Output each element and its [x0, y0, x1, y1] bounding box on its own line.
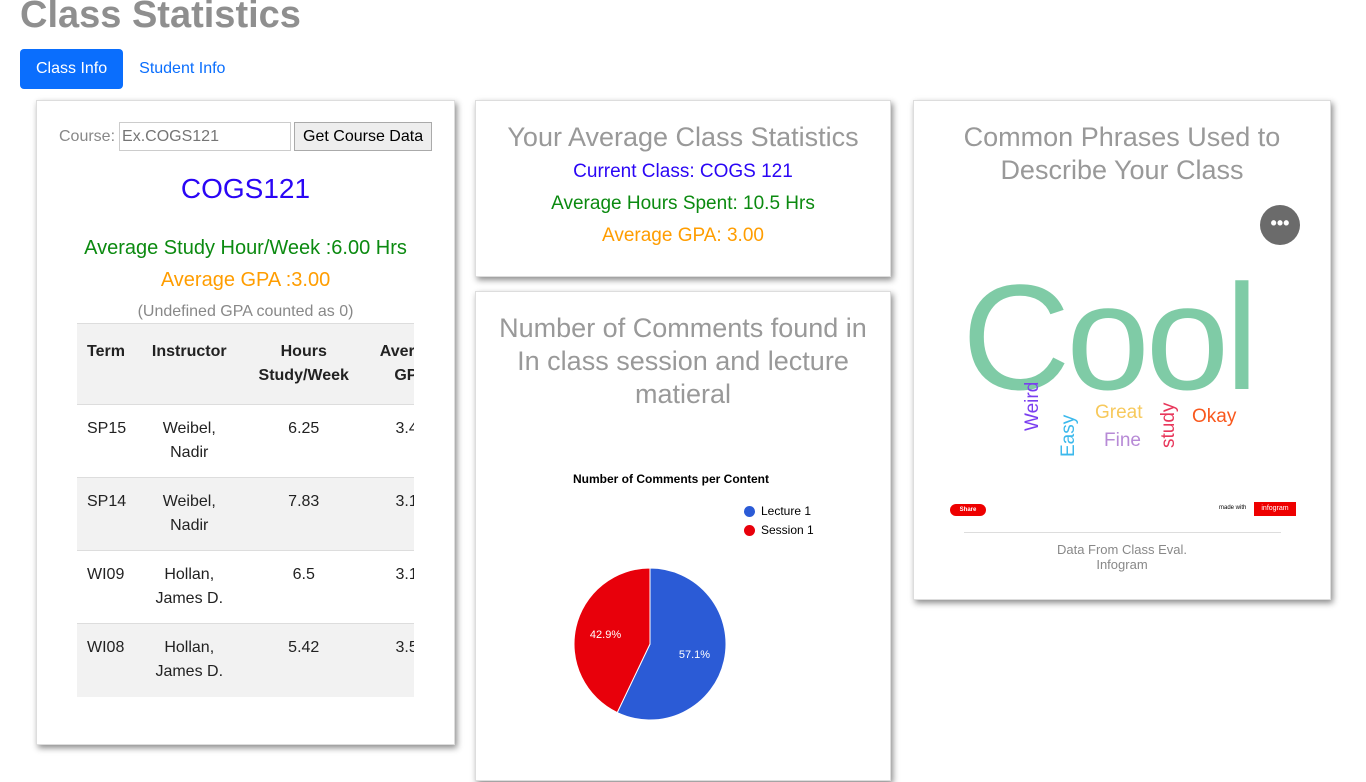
column-header: Hours Study/Week — [242, 323, 366, 405]
made-with-label: made with — [1219, 505, 1247, 511]
table-row: SP15Weibel, Nadir6.253.45 — [77, 404, 414, 478]
table-cell: WI08 — [77, 623, 137, 697]
page-title: Class Statistics — [20, 0, 301, 36]
course-form: Course: Get Course Data — [59, 122, 433, 151]
column-header: Instructor — [136, 323, 243, 405]
column-header: Term — [77, 323, 137, 405]
course-table[interactable]: TermInstructorHours Study/WeekAverage GP… — [77, 323, 414, 697]
divider — [964, 532, 1281, 533]
pie-data-label: 42.9% — [590, 629, 621, 641]
infogram-logo[interactable]: infogram — [1254, 502, 1296, 516]
table-cell: 6.25 — [242, 404, 366, 478]
avg-gpa: Average GPA :3.00 — [160, 269, 331, 291]
tab-student-info[interactable]: Student Info — [123, 49, 241, 89]
tabs: Class Info Student Info — [20, 49, 241, 89]
word-cool: Cool — [962, 253, 1258, 421]
word-okay: Okay — [1192, 406, 1237, 427]
course-input[interactable] — [119, 122, 292, 151]
table-cell: Hollan, James D. — [136, 623, 243, 697]
table-cell: 3.45 — [365, 404, 414, 478]
word-great: Great — [1095, 402, 1143, 423]
class-info-card: Course: Get Course Data COGS121 Average … — [36, 100, 455, 745]
table-cell: Hollan, James D. — [136, 550, 243, 624]
table-cell: 3.58 — [365, 623, 414, 697]
table-cell: 5.42 — [242, 623, 366, 697]
course-label: Course: — [59, 127, 116, 145]
average-title: Your Average Class Statistics — [507, 122, 859, 152]
word-easy: Easy — [1058, 414, 1079, 457]
word-study: study — [1158, 402, 1179, 448]
table-cell: 6.5 — [242, 550, 366, 624]
table-cell: Weibel, Nadir — [136, 477, 243, 551]
average-gpa: Average GPA: 3.00 — [602, 225, 764, 246]
share-button[interactable]: Share — [950, 504, 986, 516]
pie-chart: 57.1% 42.9% — [573, 567, 727, 721]
table-row: WI08Hollan, James D.5.423.58 — [77, 623, 414, 697]
word-fine: Fine — [1104, 430, 1141, 451]
avg-study-hours: Average Study Hour/Week :6.00 Hrs — [84, 237, 407, 259]
table-row: SP14Weibel, Nadir7.833.19 — [77, 477, 414, 551]
table-cell: Weibel, Nadir — [136, 404, 243, 478]
course-name: COGS121 — [180, 173, 311, 204]
footer-source: Data From Class Eval. — [1056, 542, 1188, 557]
more-options-icon[interactable]: ••• — [1260, 205, 1300, 245]
footer: Data From Class Eval. Infogram — [914, 542, 1330, 572]
table-cell: SP14 — [77, 477, 137, 551]
column-header: Average GPA — [365, 323, 414, 405]
comments-card: Number of Comments found in In class ses… — [475, 291, 891, 781]
table-cell: 3.17 — [365, 550, 414, 624]
phrases-card: Common Phrases Used to Describe Your Cla… — [913, 100, 1331, 600]
table-row: WI09Hollan, James D.6.53.17 — [77, 550, 414, 624]
tab-class-info[interactable]: Class Info — [20, 49, 124, 89]
average-stats-card: Your Average Class Statistics Current Cl… — [475, 100, 891, 277]
avg-hours-spent: Average Hours Spent: 10.5 Hrs — [551, 193, 815, 214]
get-course-data-button[interactable]: Get Course Data — [294, 122, 433, 151]
gpa-note: (Undefined GPA counted as 0) — [137, 303, 354, 320]
footer-infogram-link[interactable]: Infogram — [914, 557, 1330, 572]
current-class: Current Class: COGS 121 — [573, 161, 793, 182]
word-weird: Weird — [1022, 381, 1043, 431]
table-cell: 7.83 — [242, 477, 366, 551]
table-cell: 3.19 — [365, 477, 414, 551]
table-cell: SP15 — [77, 404, 137, 478]
pie-data-label: 57.1% — [679, 649, 710, 661]
table-cell: WI09 — [77, 550, 137, 624]
phrases-title: Common Phrases Used to Describe Your Cla… — [963, 122, 1281, 185]
